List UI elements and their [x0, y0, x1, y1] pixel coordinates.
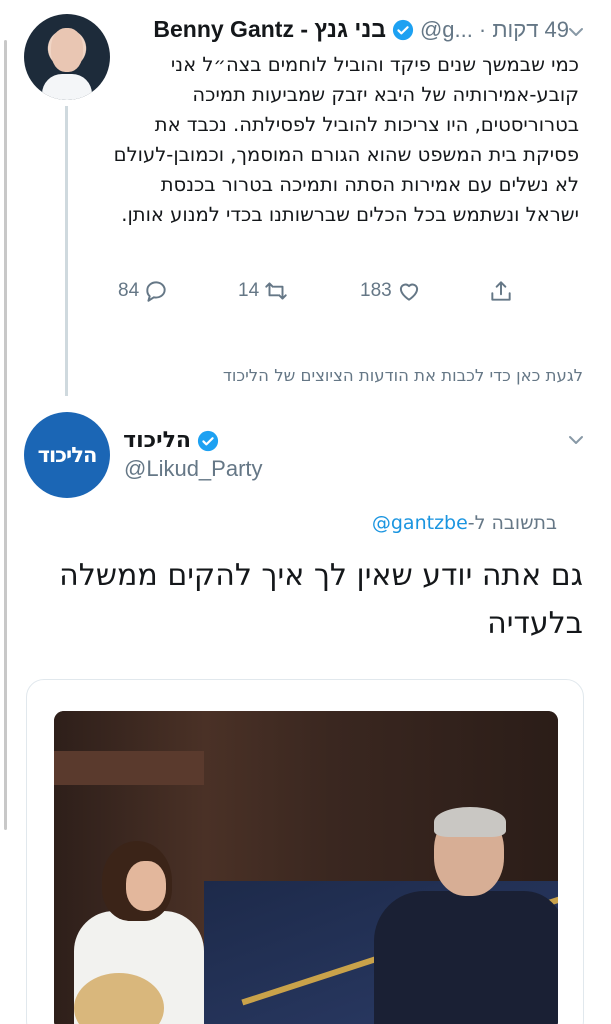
photo-person-right-hair — [434, 807, 506, 837]
tweet2-header: הליכוד — [123, 428, 219, 453]
thread-connector-line — [65, 106, 68, 396]
tweet2-text: גם אתה יודע שאין לך איך להקים ממשלה בלעד… — [59, 558, 583, 641]
likud-logo-text: הליכוד — [37, 443, 98, 467]
tweet1-actions: 84 14 183 — [110, 278, 530, 308]
tweet1-timestamp[interactable]: 49 דקות · — [479, 17, 569, 43]
reply-icon — [146, 281, 166, 302]
tweet1-text: כמי שבמשך שנים פיקד והוביל לוחמים בצה״ל … — [113, 53, 579, 226]
avatar-shirt — [42, 74, 92, 100]
like-count: 183 — [360, 280, 392, 301]
tweet1-author-name[interactable]: Benny Gantz - בני גנץ — [153, 16, 386, 43]
reply-button[interactable]: 84 — [118, 278, 169, 304]
tweet1-header: Benny Gantz - בני גנץ @g... 49 דקות · — [153, 16, 569, 43]
retweet-icon — [265, 282, 287, 300]
photo-bench — [54, 751, 204, 785]
tweet2-author-handle[interactable]: @Likud_Party — [124, 456, 263, 482]
verified-icon — [392, 19, 414, 40]
avatar-face — [51, 28, 83, 72]
verified-icon — [197, 430, 219, 451]
replying-to: בתשובה ל-@gantzbe — [372, 512, 557, 534]
like-icon — [399, 283, 418, 301]
scrollbar[interactable] — [4, 40, 7, 830]
tweet1-author-handle[interactable]: @g... — [420, 17, 473, 43]
share-icon — [491, 281, 511, 301]
mute-thread-notice[interactable]: לגעת כאן כדי לכבות את הודעות הציוצים של … — [223, 366, 583, 385]
avatar-benny-gantz[interactable] — [24, 14, 110, 100]
like-button[interactable]: 183 — [360, 278, 422, 304]
avatar-likud[interactable]: הליכוד — [24, 412, 110, 498]
retweet-button[interactable]: 14 — [238, 278, 289, 304]
photo-person-left-face — [126, 861, 166, 911]
photo-person-right-body — [374, 891, 558, 1024]
chevron-down-icon[interactable] — [566, 430, 586, 450]
tweet2-author-name[interactable]: הליכוד — [123, 428, 191, 453]
reply-mention-link[interactable]: @gantzbe — [372, 512, 468, 534]
tweet-photo[interactable] — [54, 711, 558, 1024]
retweet-count: 14 — [238, 280, 260, 301]
replying-to-label: בתשובה ל- — [467, 512, 557, 534]
share-button[interactable] — [488, 278, 514, 304]
reply-count: 84 — [118, 280, 140, 301]
chevron-down-icon[interactable] — [566, 22, 586, 42]
